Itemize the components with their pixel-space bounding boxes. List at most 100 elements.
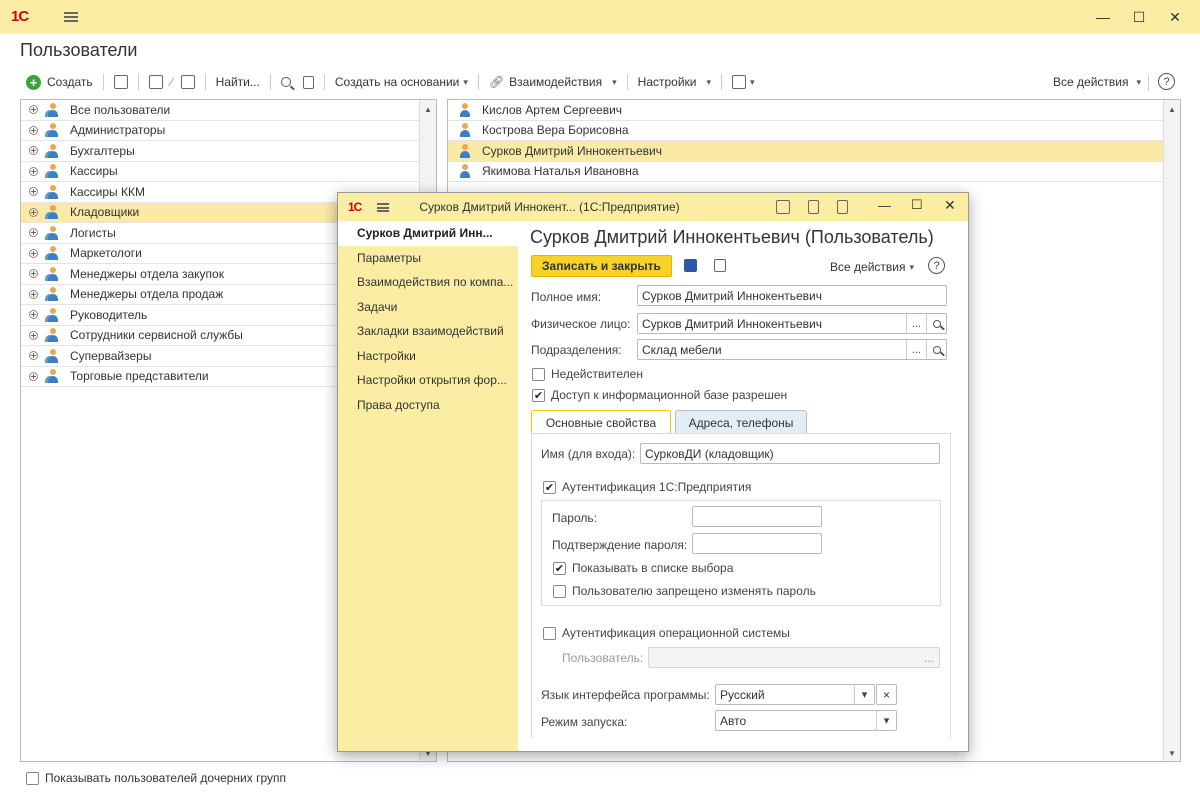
expand-icon[interactable]	[29, 207, 38, 217]
nav-item[interactable]: Сурков Дмитрий Инн...	[338, 221, 518, 246]
expand-icon[interactable]	[29, 187, 38, 197]
show-children-checkbox[interactable]: Показывать пользователей дочерних групп	[26, 771, 286, 785]
expand-icon[interactable]	[29, 228, 38, 238]
dialog-menu-icon[interactable]	[377, 202, 390, 212]
expand-icon[interactable]	[29, 269, 38, 279]
calendar-icon[interactable]	[837, 200, 848, 214]
language-select[interactable]: Русский ▾	[715, 684, 875, 705]
user-row[interactable]: Кострова Вера Борисовна	[448, 121, 1164, 141]
create-based-on-button[interactable]: Создать на основании ▾	[329, 71, 474, 93]
nav-item[interactable]: Закладки взаимодействий	[338, 319, 518, 344]
expand-icon[interactable]	[29, 146, 38, 156]
password-input[interactable]	[692, 506, 822, 527]
select-button[interactable]: ...	[906, 314, 926, 333]
cannot-change-password-checkbox[interactable]: Пользователю запрещено изменять пароль	[553, 584, 816, 598]
user-name: Кислов Артем Сергеевич	[482, 102, 623, 117]
full-name-input[interactable]: Сурков Дмитрий Иннокентьевич	[637, 285, 947, 306]
user-row[interactable]: Сурков Дмитрий Иннокентьевич	[448, 141, 1164, 162]
main-menu-icon[interactable]	[64, 12, 78, 22]
link-icon[interactable]	[776, 200, 790, 214]
find-button[interactable]: Найти...	[210, 71, 266, 93]
clear-language-button[interactable]: ×	[876, 684, 897, 705]
show-in-list-checkbox[interactable]: ✔ Показывать в списке выбора	[553, 561, 733, 575]
scroll-down-icon[interactable]: ▼	[1164, 749, 1180, 758]
save-icon[interactable]	[684, 259, 697, 272]
group-label: Бухгалтеры	[70, 143, 135, 158]
settings-button[interactable]: Настройки ▾	[632, 71, 717, 93]
checkbox-box[interactable]: ✔	[543, 480, 556, 494]
print-button[interactable]: ▾	[726, 71, 761, 93]
tab-main-properties[interactable]: Основные свойства	[531, 410, 671, 434]
checkbox-box[interactable]: ✔	[532, 388, 545, 402]
open-button[interactable]	[926, 340, 946, 359]
nav-item[interactable]: Взаимодействия по компа...	[338, 270, 518, 295]
group-row[interactable]: Кассиры	[21, 162, 420, 182]
search-icon	[932, 319, 941, 328]
expand-icon[interactable]	[29, 310, 38, 320]
invalid-checkbox[interactable]: Недействителен	[532, 367, 643, 381]
open-button[interactable]	[926, 314, 946, 333]
expand-icon[interactable]	[29, 289, 38, 299]
nav-item[interactable]: Настройки открытия фор...	[338, 368, 518, 393]
group-row[interactable]: Администраторы	[21, 121, 420, 141]
create-group-button[interactable]	[108, 71, 134, 93]
maximize-icon[interactable]: ☐	[911, 197, 923, 213]
dialog-all-actions-button[interactable]: Все действия ▾	[824, 256, 920, 278]
list-icon[interactable]	[714, 259, 726, 272]
tab-addresses[interactable]: Адреса, телефоны	[675, 410, 807, 434]
help-icon[interactable]: ?	[1158, 73, 1175, 90]
select-button[interactable]: ...	[906, 340, 926, 359]
expand-icon[interactable]	[29, 371, 38, 381]
group-label: Супервайзеры	[70, 348, 152, 363]
division-input[interactable]: Склад мебели ...	[637, 339, 947, 360]
edit-button[interactable]	[143, 71, 169, 93]
nav-item[interactable]: Настройки	[338, 344, 518, 369]
checkbox-box[interactable]	[553, 584, 566, 598]
interactions-button[interactable]: 🔗︎ Взаимодействия ▾	[483, 71, 623, 93]
checkbox-box[interactable]	[26, 771, 39, 785]
user-row[interactable]: Кислов Артем Сергеевич	[448, 100, 1164, 121]
save-close-button[interactable]: Записать и закрыть	[531, 255, 672, 277]
checkbox-box[interactable]: ✔	[553, 561, 566, 575]
report-button[interactable]	[297, 71, 320, 93]
person-input[interactable]: Сурков Дмитрий Иннокентьевич ...	[637, 313, 947, 334]
minimize-icon[interactable]: —	[1088, 0, 1118, 34]
checkbox-box[interactable]	[532, 367, 545, 381]
chevron-down-icon[interactable]: ▾	[854, 685, 874, 704]
expand-icon[interactable]	[29, 125, 38, 135]
nav-item[interactable]: Права доступа	[338, 393, 518, 418]
delete-mark-button[interactable]	[175, 71, 201, 93]
os-user-input[interactable]: ...	[648, 647, 940, 668]
password-confirm-input[interactable]	[692, 533, 822, 554]
expand-icon[interactable]	[29, 330, 38, 340]
checkbox-box[interactable]	[543, 626, 556, 640]
calculator-icon[interactable]	[808, 200, 819, 214]
minimize-icon[interactable]: —	[878, 198, 891, 213]
person-label: Физическое лицо:	[531, 317, 631, 331]
maximize-icon[interactable]: ☐	[1124, 0, 1154, 34]
group-row[interactable]: Все пользователи	[21, 100, 420, 121]
group-row[interactable]: Бухгалтеры	[21, 141, 420, 162]
expand-icon[interactable]	[29, 248, 38, 258]
user-row[interactable]: Якимова Наталья Ивановна	[448, 162, 1164, 182]
close-icon[interactable]: ✕	[1160, 0, 1190, 34]
expand-icon[interactable]	[29, 105, 38, 115]
users-scrollbar[interactable]: ▲ ▼	[1163, 100, 1180, 761]
launch-mode-select[interactable]: Авто ▾	[715, 710, 897, 731]
create-button[interactable]: + Создать	[20, 71, 99, 93]
login-input[interactable]: СурковДИ (кладовщик)	[640, 443, 940, 464]
close-icon[interactable]: ✕	[944, 197, 956, 214]
scroll-up-icon[interactable]: ▲	[420, 105, 436, 114]
nav-item[interactable]: Задачи	[338, 295, 518, 320]
nav-item[interactable]: Параметры	[338, 246, 518, 271]
scroll-up-icon[interactable]: ▲	[1164, 105, 1180, 114]
expand-icon[interactable]	[29, 351, 38, 361]
access-checkbox[interactable]: ✔ Доступ к информационной базе разрешен	[532, 388, 787, 402]
search-button[interactable]	[275, 71, 297, 93]
help-icon[interactable]: ?	[928, 257, 945, 274]
all-actions-button[interactable]: Все действия ▾	[1047, 71, 1147, 93]
expand-icon[interactable]	[29, 166, 38, 176]
auth-os-checkbox[interactable]: Аутентификация операционной системы	[543, 626, 790, 640]
chevron-down-icon[interactable]: ▾	[876, 711, 896, 730]
auth-1c-checkbox[interactable]: ✔ Аутентификация 1С:Предприятия	[543, 480, 751, 494]
